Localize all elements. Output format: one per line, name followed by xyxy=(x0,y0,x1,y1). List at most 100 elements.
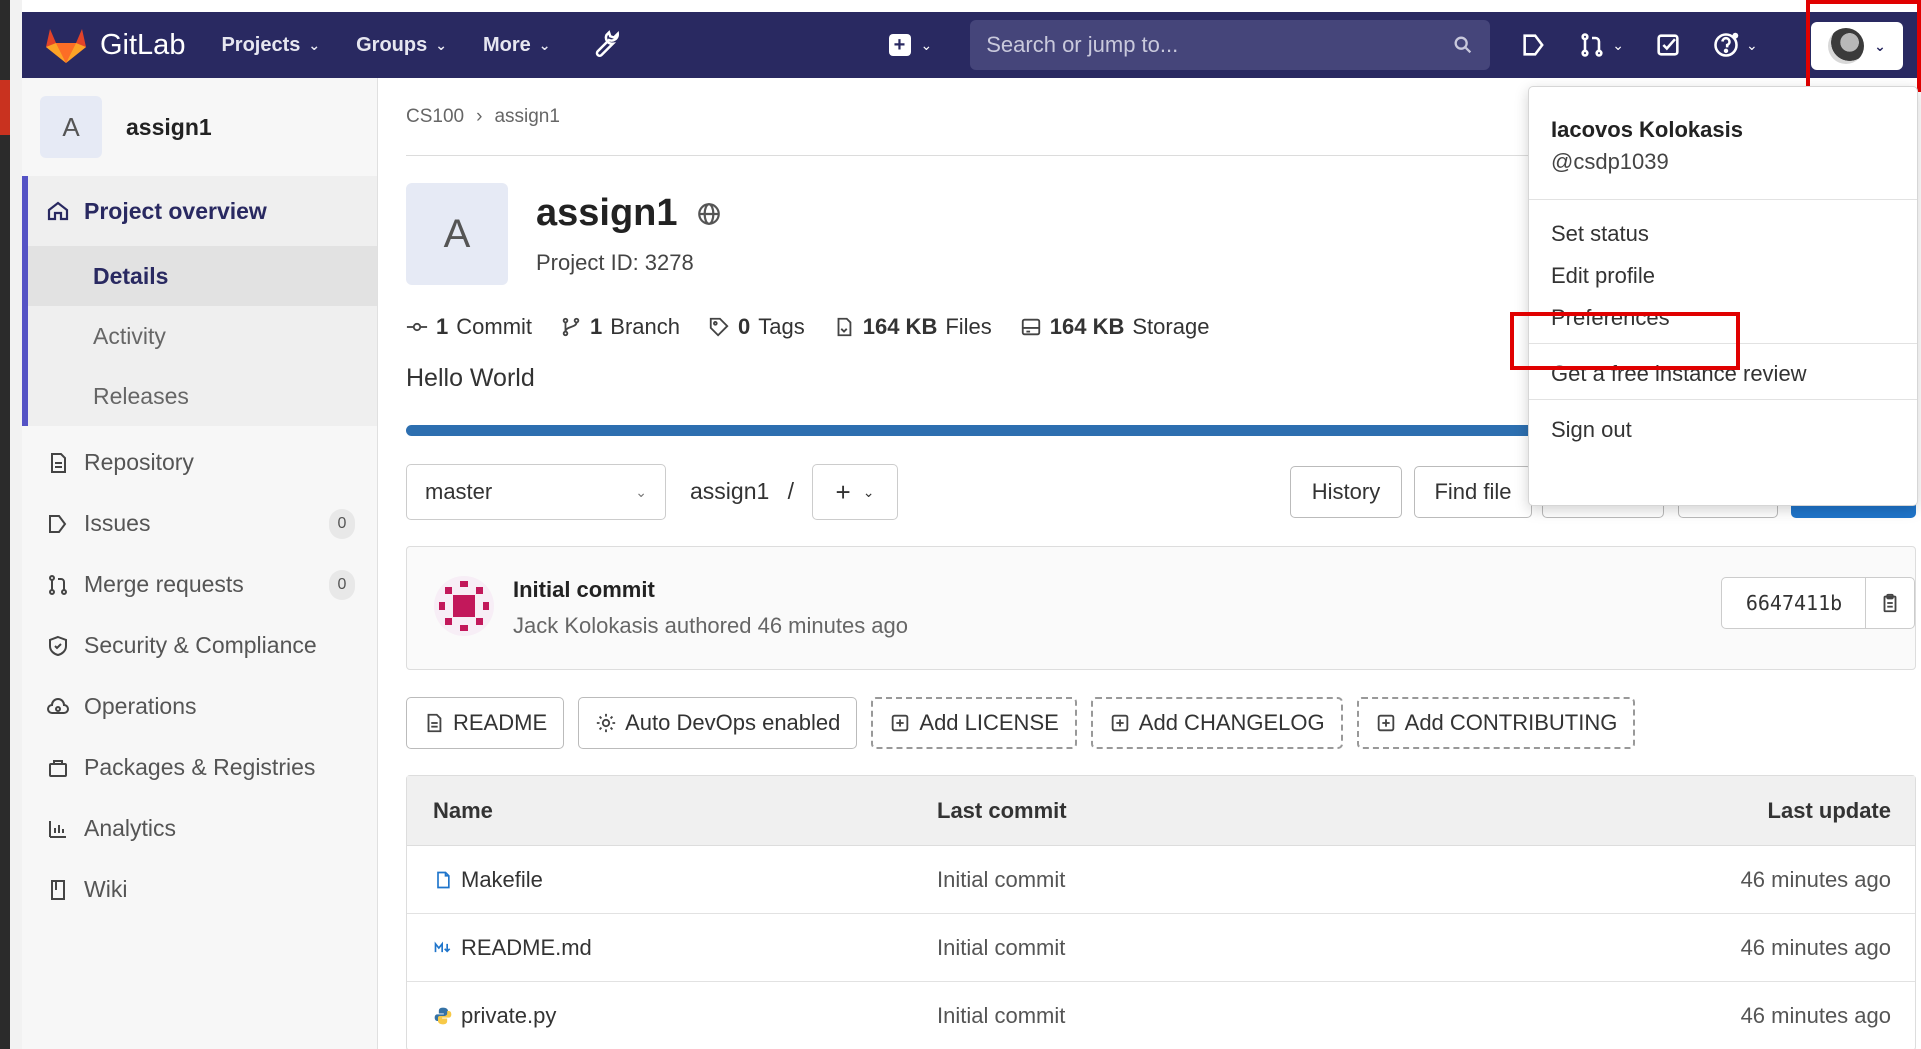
find-file-button[interactable]: Find file xyxy=(1414,466,1532,518)
readme-button[interactable]: README xyxy=(406,697,565,749)
chevron-down-icon: ⌄ xyxy=(538,36,551,53)
projects-menu[interactable]: Projects ⌄ xyxy=(221,34,320,57)
file-last-commit[interactable]: Initial commit xyxy=(937,935,1065,961)
sidebar-item-label: Analytics xyxy=(84,815,177,841)
sidebar-item-label: Packages & Registries xyxy=(84,754,316,780)
user-full-name[interactable]: Iacovos Kolokasis xyxy=(1551,117,1743,143)
wrench-icon[interactable] xyxy=(589,30,619,60)
add-contributing-button[interactable]: Add CONTRIBUTING xyxy=(1356,697,1636,749)
sidebar-item-issues[interactable]: Issues 0 xyxy=(22,493,377,554)
plus-square-icon xyxy=(1377,714,1394,732)
sidebar-item-label: Wiki xyxy=(84,876,128,902)
sidebar-item-analytics[interactable]: Analytics xyxy=(22,798,377,859)
repo-path: assign1 / xyxy=(690,478,794,505)
help-nav-button[interactable]: ⌄ xyxy=(1712,31,1758,59)
chevron-down-icon: ⌄ xyxy=(435,36,447,53)
file-name: private.py xyxy=(461,1003,557,1028)
branch-selector[interactable]: master ⌄ xyxy=(406,464,666,520)
sidebar-item-label: Repository xyxy=(84,449,194,475)
merge-icon xyxy=(49,574,67,595)
groups-menu-label: Groups xyxy=(356,33,428,56)
file-last-commit[interactable]: Initial commit xyxy=(937,867,1065,893)
sidebar-item-activity[interactable]: Activity xyxy=(28,306,377,366)
more-menu[interactable]: More ⌄ xyxy=(483,34,551,57)
history-button[interactable]: History xyxy=(1290,466,1402,518)
table-row[interactable]: private.py Initial commit 46 minutes ago xyxy=(407,982,1915,1049)
chevron-down-icon: ⌄ xyxy=(1745,36,1758,53)
stat-storage[interactable]: 164 KB Storage xyxy=(1020,314,1209,340)
file-last-commit[interactable]: Initial commit xyxy=(937,1003,1065,1029)
chevron-down-icon: ⌄ xyxy=(862,483,875,500)
file-tree-table: Name Last commit Last update Makefile In… xyxy=(406,775,1916,1049)
menu-item-set-status[interactable]: Set status xyxy=(1551,221,1649,247)
issues-icon xyxy=(49,514,67,533)
project-sidebar: A assign1 Project overview Details Activ… xyxy=(22,78,378,1049)
file-name-cell[interactable]: README.md xyxy=(433,935,592,961)
sidebar-item-label: Security & Compliance xyxy=(84,632,317,658)
auto-devops-label: Auto DevOps enabled xyxy=(625,710,841,735)
stat-tags-count: 0 xyxy=(738,314,751,339)
more-menu-label: More xyxy=(482,33,531,56)
todos-nav-button[interactable] xyxy=(1654,31,1682,59)
add-file-dropdown[interactable]: + ⌄ xyxy=(812,464,898,520)
gitlab-logo[interactable]: GitLab xyxy=(44,25,185,65)
issues-icon xyxy=(1523,34,1545,56)
sidebar-item-merge-requests[interactable]: Merge requests 0 xyxy=(22,554,377,615)
add-license-button[interactable]: Add LICENSE xyxy=(871,697,1077,749)
doc-icon xyxy=(427,713,442,733)
sidebar-project-header[interactable]: A assign1 xyxy=(22,78,377,176)
table-row[interactable]: README.md Initial commit 46 minutes ago xyxy=(407,914,1915,982)
project-avatar: A xyxy=(40,96,102,158)
left-edge-accent xyxy=(0,80,10,135)
file-name-cell[interactable]: Makefile xyxy=(433,867,543,893)
plus-square-icon xyxy=(1111,714,1129,732)
merge-requests-nav-button[interactable]: ⌄ xyxy=(1578,31,1624,59)
groups-menu[interactable]: Groups ⌄ xyxy=(356,34,447,57)
sidebar-item-packages[interactable]: Packages & Registries xyxy=(22,737,377,798)
user-handle: @csdp1039 xyxy=(1551,149,1669,174)
sidebar-item-label: Operations xyxy=(84,693,197,719)
stat-branches[interactable]: 1 Branch xyxy=(560,314,680,340)
sidebar-item-releases[interactable]: Releases xyxy=(28,366,377,426)
auto-devops-button[interactable]: Auto DevOps enabled xyxy=(578,697,858,749)
menu-item-sign-out[interactable]: Sign out xyxy=(1551,417,1632,443)
copy-sha-button[interactable] xyxy=(1865,577,1915,629)
issues-nav-button[interactable] xyxy=(1520,31,1548,59)
sidebar-item-wiki[interactable]: Wiki xyxy=(22,859,377,920)
search-icon xyxy=(1454,36,1472,54)
table-header: Name Last commit Last update xyxy=(407,776,1915,846)
chevron-down-icon: ⌄ xyxy=(635,483,647,500)
breadcrumb-group-link[interactable]: CS100 xyxy=(406,106,464,128)
commit-sha[interactable]: 6647411b xyxy=(1721,577,1867,629)
sidebar-item-security[interactable]: Security & Compliance xyxy=(22,615,377,676)
file-name: README.md xyxy=(461,934,592,960)
repo-path-root[interactable]: assign1 xyxy=(690,478,769,504)
stat-files-size: 164 KB xyxy=(862,314,938,339)
sidebar-item-repository[interactable]: Repository xyxy=(22,432,377,493)
sidebar-item-project-overview[interactable]: Project overview xyxy=(28,176,377,246)
highlight-box-avatar xyxy=(1806,0,1921,92)
brand-name: GitLab xyxy=(100,28,186,61)
sidebar-item-details[interactable]: Details xyxy=(28,246,377,306)
menu-item-edit-profile[interactable]: Edit profile xyxy=(1551,263,1655,289)
add-changelog-button[interactable]: Add CHANGELOG xyxy=(1090,697,1343,749)
stat-tags[interactable]: 0 Tags xyxy=(708,314,805,340)
chevron-down-icon: ⌄ xyxy=(308,36,321,53)
table-row[interactable]: Makefile Initial commit 46 minutes ago xyxy=(407,846,1915,914)
stat-files[interactable]: 164 KB Files xyxy=(833,314,992,340)
breadcrumb-project-link[interactable]: assign1 xyxy=(494,106,560,128)
sidebar-item-operations[interactable]: Operations xyxy=(22,676,377,737)
menu-divider xyxy=(1529,399,1917,400)
column-header-last-commit: Last commit xyxy=(937,797,1067,823)
commit-title[interactable]: Initial commit xyxy=(513,577,655,603)
search-input[interactable]: Search or jump to... xyxy=(970,20,1491,70)
commit-meta: Jack Kolokasis authored 46 minutes ago xyxy=(513,613,909,638)
project-avatar-large: A xyxy=(406,183,508,285)
file-name-cell[interactable]: private.py xyxy=(433,1003,556,1029)
stat-commits[interactable]: 1 Commit xyxy=(406,314,532,340)
copy-icon xyxy=(1883,593,1897,613)
add-changelog-label: Add CHANGELOG xyxy=(1138,710,1325,735)
sidebar-item-label: Project overview xyxy=(84,197,267,224)
new-item-dropdown[interactable]: + ⌄ xyxy=(888,34,932,56)
column-header-last-update: Last update xyxy=(1767,797,1891,823)
